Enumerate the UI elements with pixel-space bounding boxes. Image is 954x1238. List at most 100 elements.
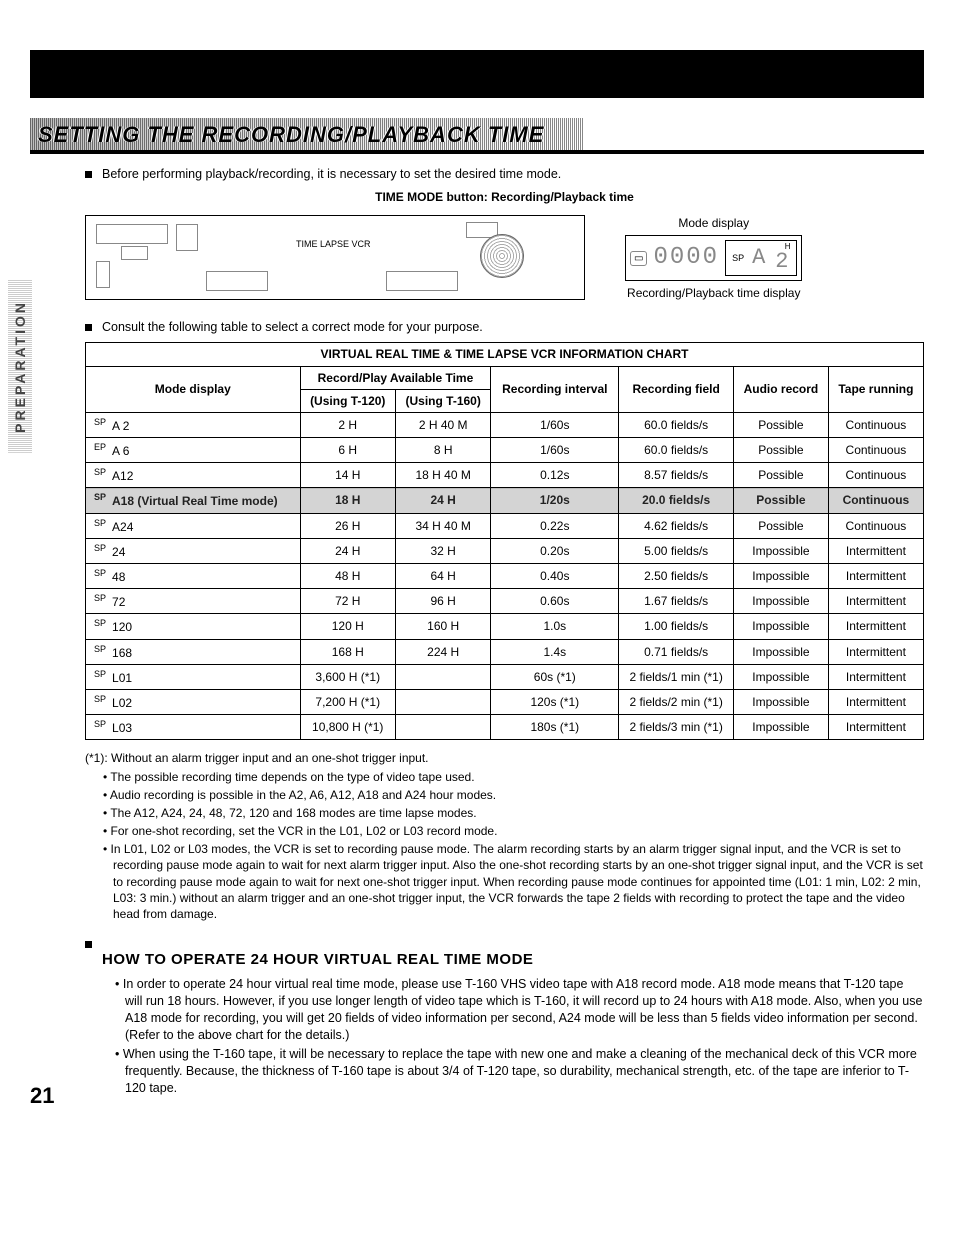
th-interval: Recording interval [491,366,619,412]
cell-mode: SP120 [86,614,301,639]
howto-title: HOW TO OPERATE 24 HOUR VIRTUAL REAL TIME… [102,950,533,970]
cell-mode: EPA 6 [86,438,301,463]
cell-audio: Impossible [734,639,829,664]
cell-t160: 96 H [395,589,490,614]
table-row: SP120120 H160 H1.0s1.00 fields/sImpossib… [86,614,924,639]
cell-t120: 6 H [300,438,395,463]
cell-mode: SPA24 [86,513,301,538]
cell-t120: 24 H [300,538,395,563]
cell-t160: 24 H [395,488,490,513]
mode-display-box: ▭ 0000 SP A H 2 [625,235,802,281]
cell-audio: Possible [734,488,829,513]
cell-t120: 72 H [300,589,395,614]
mode-display-2: 2 [775,251,790,273]
time-mode-label: TIME MODE button: Recording/Playback tim… [375,190,634,204]
th-avail: Record/Play Available Time [300,366,491,389]
cell-mode: SPA 2 [86,412,301,437]
cell-field: 2.50 fields/s [619,564,734,589]
table-row: SPA18 (Virtual Real Time mode)18 H24 H1/… [86,488,924,513]
howto-item: In order to operate 24 hour virtual real… [115,976,924,1044]
cell-audio: Impossible [734,614,829,639]
cell-field: 60.0 fields/s [619,412,734,437]
cell-tape: Intermittent [828,639,923,664]
cell-interval: 120s (*1) [491,689,619,714]
cell-interval: 0.12s [491,463,619,488]
cell-interval: 1/60s [491,412,619,437]
cell-audio: Possible [734,438,829,463]
cell-tape: Intermittent [828,715,923,740]
cell-t120: 48 H [300,564,395,589]
cell-field: 1.00 fields/s [619,614,734,639]
cell-mode: SPA18 (Virtual Real Time mode) [86,488,301,513]
footnotes-list: The possible recording time depends on t… [103,769,924,923]
cell-t160: 8 H [395,438,490,463]
table-row: SPL027,200 H (*1) 120s (*1)2 fields/2 min… [86,689,924,714]
mode-display-column: Mode display ▭ 0000 SP A H 2 Recording/P… [625,215,802,301]
cell-t160: 2 H 40 M [395,412,490,437]
cell-t160 [395,689,490,714]
cell-interval: 1.0s [491,614,619,639]
page-number: 21 [30,1083,54,1109]
cell-interval: 1/20s [491,488,619,513]
th-t160: (Using T-160) [395,389,490,412]
cell-field: 2 fields/2 min (*1) [619,689,734,714]
cell-mode: SP72 [86,589,301,614]
table-title: VIRTUAL REAL TIME & TIME LAPSE VCR INFOR… [86,343,924,366]
cell-field: 1.67 fields/s [619,589,734,614]
footnote-lead: (*1): Without an alarm trigger input and… [85,750,924,766]
cell-mode: SP48 [86,564,301,589]
intro-bullet-2: Consult the following table to select a … [85,319,924,336]
cell-field: 60.0 fields/s [619,438,734,463]
cell-field: 0.71 fields/s [619,639,734,664]
time-mode-line: TIME MODE button: Recording/Playback tim… [85,189,924,205]
cell-t160: 224 H [395,639,490,664]
cassette-icon: ▭ [630,251,647,267]
cell-mode: SP168 [86,639,301,664]
cell-audio: Possible [734,412,829,437]
bullet-icon [85,941,92,948]
howto-item: When using the T-160 tape, it will be ne… [115,1046,924,1097]
cell-interval: 0.40s [491,564,619,589]
intro-bullet-1: Before performing playback/recording, it… [85,166,924,183]
cell-mode: SPL02 [86,689,301,714]
cell-mode: SP24 [86,538,301,563]
cell-interval: 1/60s [491,438,619,463]
cell-field: 2 fields/3 min (*1) [619,715,734,740]
cell-audio: Impossible [734,664,829,689]
cell-t160: 34 H 40 M [395,513,490,538]
cell-audio: Impossible [734,715,829,740]
cell-field: 5.00 fields/s [619,538,734,563]
table-row: SPA 22 H2 H 40 M1/60s60.0 fields/sPossib… [86,412,924,437]
table-row: SP168168 H224 H1.4s0.71 fields/sImpossib… [86,639,924,664]
cell-t120: 7,200 H (*1) [300,689,395,714]
footnote-item: For one-shot recording, set the VCR in t… [103,823,924,839]
cell-tape: Intermittent [828,664,923,689]
footnotes-block: (*1): Without an alarm trigger input and… [85,750,924,922]
cell-interval: 60s (*1) [491,664,619,689]
cell-field: 20.0 fields/s [619,488,734,513]
cell-tape: Continuous [828,513,923,538]
table-row: SP2424 H32 H0.20s5.00 fields/sImpossible… [86,538,924,563]
cell-t120: 14 H [300,463,395,488]
cell-t120: 168 H [300,639,395,664]
cell-tape: Continuous [828,412,923,437]
cell-tape: Intermittent [828,614,923,639]
cell-tape: Intermittent [828,538,923,563]
cell-tape: Continuous [828,488,923,513]
cell-tape: Continuous [828,438,923,463]
cell-tape: Intermittent [828,589,923,614]
cell-interval: 180s (*1) [491,715,619,740]
cell-t120: 26 H [300,513,395,538]
cell-audio: Impossible [734,689,829,714]
cell-audio: Impossible [734,589,829,614]
cell-t120: 10,800 H (*1) [300,715,395,740]
cell-mode: SPL01 [86,664,301,689]
bullet-icon [85,324,92,331]
th-t120: (Using T-120) [300,389,395,412]
cell-t160: 64 H [395,564,490,589]
table-row: SP7272 H96 H0.60s1.67 fields/sImpossible… [86,589,924,614]
cell-audio: Impossible [734,564,829,589]
cell-tape: Continuous [828,463,923,488]
table-row: SPA2426 H34 H 40 M0.22s4.62 fields/sPoss… [86,513,924,538]
table-row: SPL013,600 H (*1)60s (*1)2 fields/1 min … [86,664,924,689]
